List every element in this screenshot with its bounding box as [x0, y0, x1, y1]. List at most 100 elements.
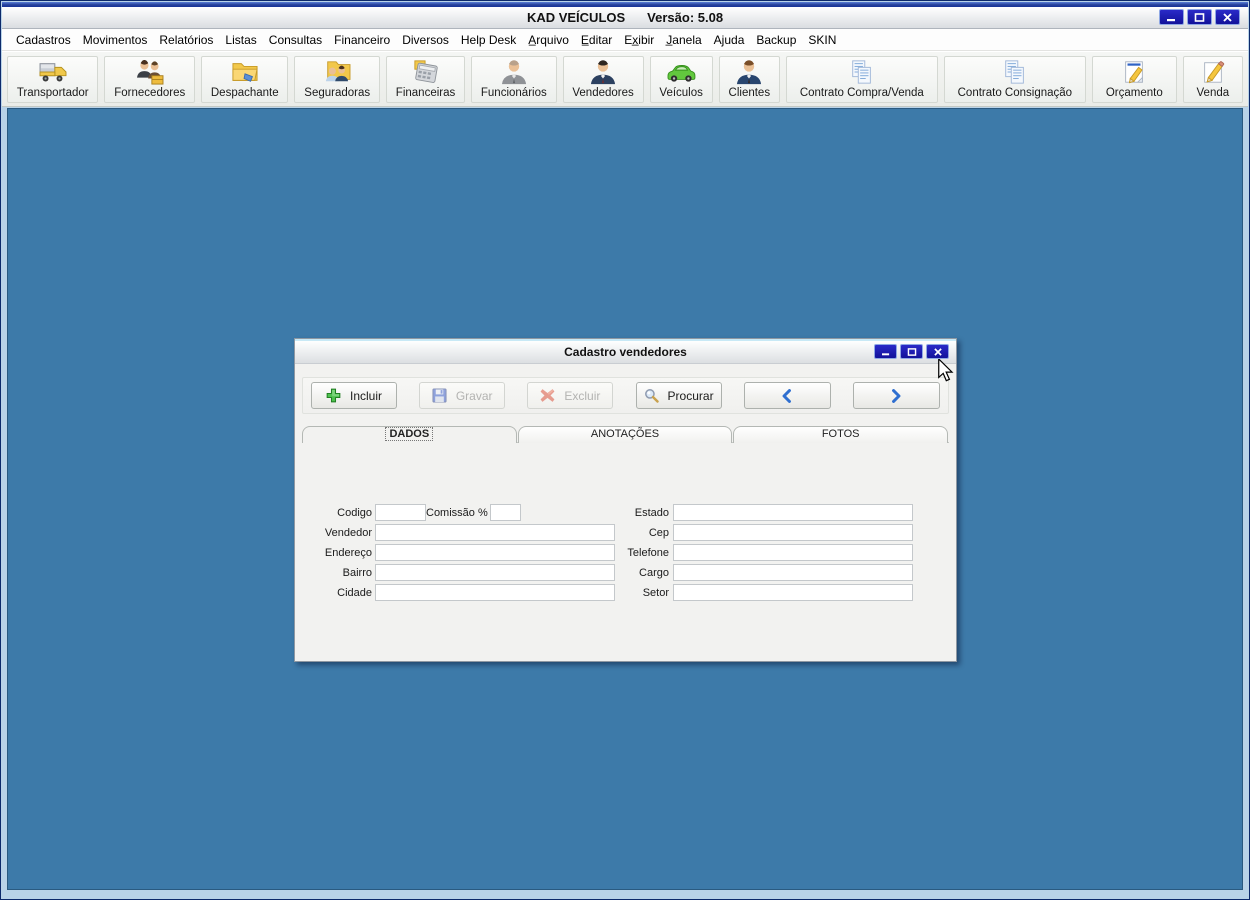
codigo-label: Codigo [337, 507, 372, 519]
cargo-label: Cargo [639, 567, 669, 579]
toolbar-veiculos-button[interactable]: Veículos [649, 55, 713, 103]
cep-field[interactable] [673, 524, 913, 541]
toolbar-label: Funcionários [480, 86, 547, 99]
child-maximize-button[interactable] [900, 344, 923, 359]
toolbar-funcionarios-button[interactable]: Funcionários [471, 55, 557, 103]
menu-exibir[interactable]: Ex̲ibir [618, 31, 660, 49]
main-titlebar: KAD VEÍCULOS Versão: 5.08 [2, 7, 1248, 29]
tab-anotacoes[interactable]: ANOTAÇÕES [517, 426, 733, 443]
cidade-label: Cidade [337, 587, 372, 599]
incluir-button[interactable]: Incluir [311, 382, 397, 409]
setor-label: Setor [642, 587, 669, 599]
toolbar-financeiras-button[interactable]: Financeiras [385, 55, 466, 103]
maximize-icon [907, 347, 917, 356]
toolbar-label: Contrato Consignação [957, 86, 1073, 99]
telefone-label: Telefone [627, 547, 669, 559]
menu-cadastros[interactable]: Cadastros [10, 31, 77, 49]
menu-editar[interactable]: E̲ditar [575, 31, 618, 49]
dados-tab-panel: Codigo Comissão % Vendedor Endereço Bair… [302, 442, 949, 656]
bairro-field[interactable] [375, 564, 615, 581]
cargo-field[interactable] [673, 564, 913, 581]
menu-skin[interactable]: SKIN [802, 31, 842, 49]
toolbar-contrato-compra-venda-button[interactable]: Contrato Compra/Venda [785, 55, 938, 103]
menu-consultas[interactable]: Consultas [263, 31, 328, 49]
previous-record-button[interactable] [743, 382, 831, 409]
telefone-field[interactable] [673, 544, 913, 561]
tab-dados-label: DADOS [385, 427, 434, 441]
toolbar-contrato-consignacao-button[interactable]: Contrato Consignação [943, 55, 1086, 103]
close-icon [933, 347, 943, 356]
estado-field[interactable] [673, 504, 913, 521]
toolbar-venda-button[interactable]: Venda [1182, 55, 1244, 103]
window-controls [1159, 9, 1240, 25]
child-window-controls [874, 344, 949, 359]
menu-relatorios[interactable]: Relatórios [153, 31, 219, 49]
maximize-button[interactable] [1187, 9, 1212, 25]
close-button[interactable] [1215, 9, 1240, 25]
search-icon [644, 388, 659, 403]
toolbar-label: Contrato Compra/Venda [799, 86, 924, 99]
app-title: KAD VEÍCULOS [526, 10, 626, 25]
toolbar-orcamento-button[interactable]: Orçamento [1091, 55, 1177, 103]
tab-anotacoes-label: ANOTAÇÕES [590, 428, 660, 440]
procurar-label: Procurar [667, 388, 714, 403]
estado-label: Estado [634, 507, 669, 519]
menu-backup[interactable]: Backup [750, 31, 802, 49]
mdi-workspace: Cadastro vendedores Incluir Gravar Exclu… [7, 108, 1243, 890]
gravar-button[interactable]: Gravar [419, 382, 506, 409]
comissao-field[interactable] [490, 504, 521, 521]
menu-financeiro[interactable]: Financeiro [328, 31, 396, 49]
excluir-button[interactable]: Excluir [527, 382, 614, 409]
cidade-field[interactable] [375, 584, 615, 601]
main-toolbar: Transportador Fornecedores Despachante S… [2, 51, 1248, 107]
menu-arquivo[interactable]: A̲rquivo [522, 31, 575, 49]
folder-people-icon [322, 59, 352, 86]
vendedor-field[interactable] [375, 524, 615, 541]
cadastro-vendedores-window: Cadastro vendedores Incluir Gravar Exclu… [294, 338, 957, 662]
next-record-button[interactable] [852, 382, 940, 409]
folder-hand-icon [230, 59, 260, 86]
close-icon [1222, 12, 1233, 22]
menu-listas[interactable]: Listas [219, 31, 262, 49]
menu-bar: Cadastros Movimentos Relatórios Listas C… [2, 29, 1248, 51]
excluir-label: Excluir [564, 388, 601, 403]
truck-icon [38, 59, 68, 86]
contract-documents-icon [848, 59, 876, 86]
menu-janela[interactable]: J̲anela [660, 31, 707, 49]
menu-movimentos[interactable]: Movimentos [77, 31, 154, 49]
suppliers-people-icon [135, 59, 165, 86]
save-floppy-icon [432, 388, 447, 403]
setor-field[interactable] [673, 584, 913, 601]
procurar-button[interactable]: Procurar [635, 382, 722, 409]
tab-fotos[interactable]: FOTOS [733, 426, 949, 443]
app-version: Versão: 5.08 [647, 10, 724, 25]
child-window-body: Incluir Gravar Excluir Procurar DADOS AN… [295, 377, 956, 673]
tab-dados[interactable]: DADOS [302, 426, 517, 443]
endereco-field[interactable] [375, 544, 615, 561]
toolbar-vendedores-button[interactable]: Vendedores [562, 55, 644, 103]
codigo-field[interactable] [375, 504, 426, 521]
toolbar-transportador-button[interactable]: Transportador [7, 55, 99, 103]
child-minimize-button[interactable] [874, 344, 897, 359]
child-window-title: Cadastro vendedores [564, 345, 687, 359]
gravar-label: Gravar [455, 388, 493, 403]
menu-help-desk[interactable]: Help Desk [455, 31, 522, 49]
menu-diversos[interactable]: Diversos [396, 31, 455, 49]
employee-person-icon [499, 59, 529, 86]
car-icon [665, 59, 697, 86]
toolbar-label: Veículos [659, 86, 703, 99]
toolbar-label: Seguradoras [304, 86, 371, 99]
toolbar-fornecedores-button[interactable]: Fornecedores [104, 55, 196, 103]
minimize-button[interactable] [1159, 9, 1184, 25]
add-plus-icon [326, 388, 341, 403]
toolbar-seguradoras-button[interactable]: Seguradoras [294, 55, 380, 103]
menu-ajuda[interactable]: Ajuda [708, 31, 751, 49]
child-close-button[interactable] [926, 344, 949, 359]
note-pencil-icon [1120, 59, 1148, 86]
calculator-icon [411, 59, 441, 86]
minimize-icon [881, 348, 891, 356]
toolbar-label: Venda [1196, 86, 1230, 99]
toolbar-clientes-button[interactable]: Clientes [718, 55, 780, 103]
child-titlebar[interactable]: Cadastro vendedores [295, 339, 956, 364]
toolbar-despachante-button[interactable]: Despachante [201, 55, 289, 103]
